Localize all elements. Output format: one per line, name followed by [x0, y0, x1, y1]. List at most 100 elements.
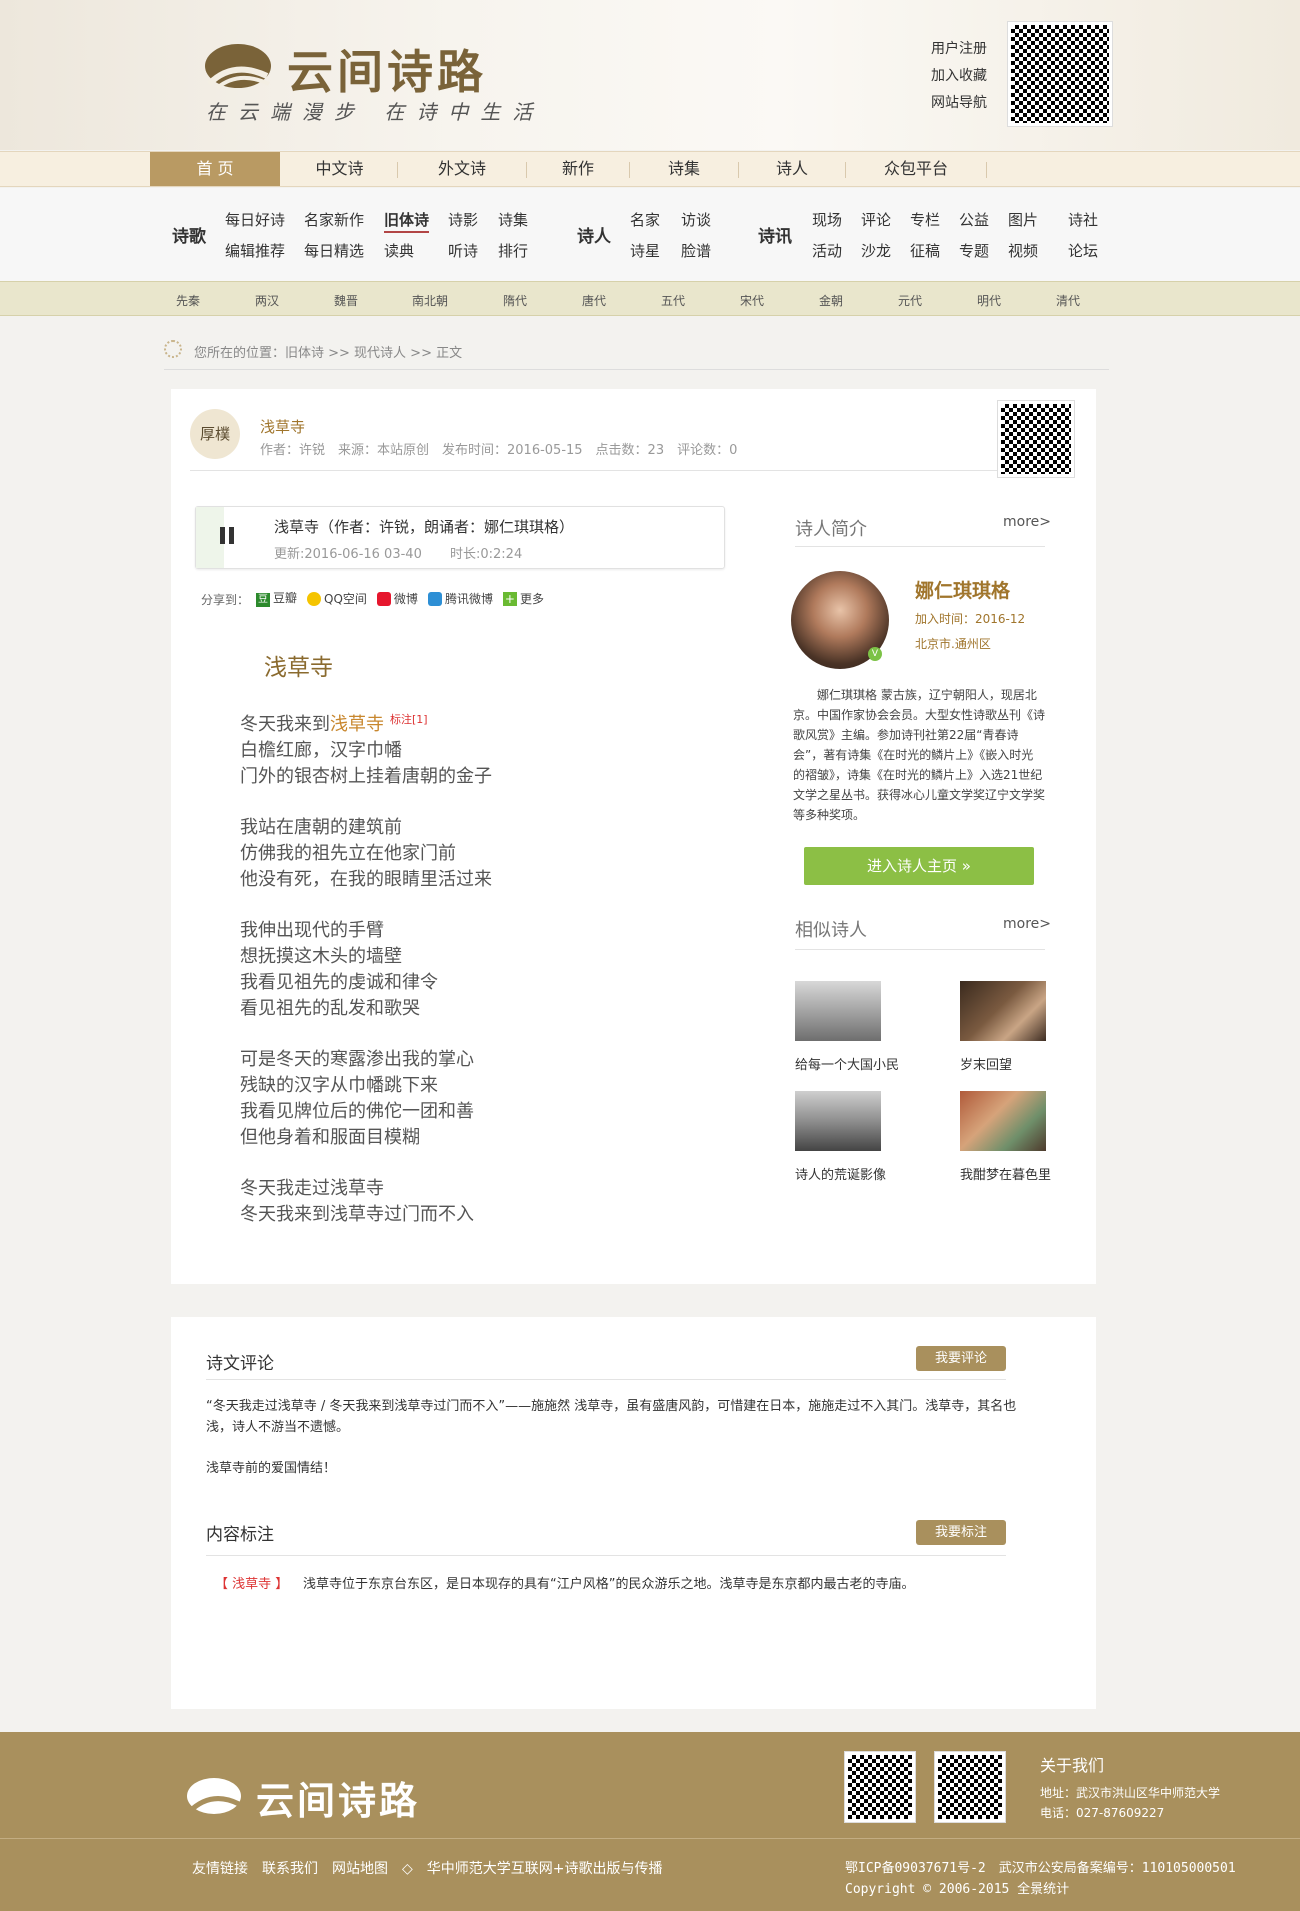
similar-poet-caption[interactable]: 诗人的荒诞影像	[795, 1164, 886, 1183]
subnav-link[interactable]: 名家新作	[304, 209, 364, 230]
verified-icon: V	[868, 647, 882, 661]
subnav-link[interactable]: 每日好诗	[225, 209, 285, 230]
audio-title: 浅草寺（作者：许锐，朗诵者：娜仁琪琪格）	[274, 518, 575, 536]
dynasty-link[interactable]: 元代	[898, 292, 922, 309]
tab-crowdsource[interactable]: 众包平台	[846, 152, 986, 186]
about-heading[interactable]: 关于我们	[1040, 1752, 1104, 1776]
similar-poets-more-link[interactable]: more>	[1003, 916, 1051, 932]
similar-poet-caption[interactable]: 给每一个大国小民	[795, 1054, 899, 1073]
subnav-link[interactable]: 诗集	[498, 209, 528, 230]
tencent-weibo-icon	[427, 592, 442, 606]
dynasty-link[interactable]: 两汉	[255, 292, 279, 309]
share-more[interactable]: + 更多	[502, 590, 544, 607]
share-qzone[interactable]: QQ空间	[307, 590, 367, 607]
subnav-link[interactable]: 排行	[498, 240, 528, 261]
audio-updated: 更新:2016-06-16 03-40	[274, 547, 422, 562]
poet-intro-more-link[interactable]: more>	[1003, 514, 1051, 530]
annotation-term[interactable]: 【 浅草寺 】	[215, 1573, 288, 1592]
similar-poet-thumb[interactable]	[960, 981, 1046, 1041]
subnav-link[interactable]: 活动	[812, 240, 842, 261]
header-qr-code	[1007, 21, 1113, 127]
subnav-link[interactable]: 每日精选	[304, 240, 364, 261]
subnav-category-poetry[interactable]: 诗歌	[172, 222, 206, 247]
add-favorite-link[interactable]: 加入收藏	[931, 65, 987, 85]
subnav-link[interactable]: 听诗	[448, 240, 478, 261]
subnav-link[interactable]: 脸谱	[681, 240, 711, 261]
dynasty-link[interactable]: 魏晋	[334, 292, 358, 309]
dynasty-link[interactable]: 南北朝	[412, 292, 448, 309]
enter-poet-page-button[interactable]: 进入诗人主页 »	[804, 847, 1034, 885]
poem-highlight-term[interactable]: 浅草寺	[330, 714, 384, 735]
subnav-link[interactable]: 读典	[384, 240, 414, 261]
share-tencent-weibo[interactable]: 腾讯微博	[427, 590, 493, 607]
footer-icp[interactable]: 鄂ICP备09037671号-2 武汉市公安局备案编号：110105000501	[845, 1857, 1236, 1876]
similar-poets-heading: 相似诗人	[795, 920, 867, 941]
tab-new-works[interactable]: 新作	[527, 152, 629, 186]
subnav-link[interactable]: 专栏	[910, 209, 940, 230]
subnav-link[interactable]: 诗社	[1068, 209, 1098, 230]
dynasty-link[interactable]: 隋代	[503, 292, 527, 309]
footer-cloud-logo-icon	[187, 1778, 241, 1814]
share-label: 分享到：	[201, 593, 250, 607]
footer-links[interactable]: 友情链接 联系我们 网站地图 ◇ 华中师范大学互联网+诗歌出版与传播	[192, 1858, 663, 1878]
dynasty-link[interactable]: 清代	[1056, 292, 1080, 309]
share-douban[interactable]: 豆豆瓣	[256, 589, 297, 607]
site-logo-text[interactable]: 云间诗路	[287, 36, 487, 102]
footer-qr-code	[844, 1751, 916, 1823]
similar-poet-thumb[interactable]	[960, 1091, 1046, 1151]
similar-poet-caption[interactable]: 我酣梦在暮色里	[960, 1164, 1051, 1183]
subnav-link[interactable]: 公益	[959, 209, 989, 230]
register-link[interactable]: 用户注册	[931, 38, 987, 58]
add-annotation-button[interactable]: 我要标注	[916, 1520, 1006, 1545]
annotation-mark[interactable]: 标注[1]	[390, 713, 428, 726]
footer-logo-text[interactable]: 云间诗路	[256, 1770, 420, 1825]
dynasty-bar: 先秦 两汉 魏晋 南北朝 隋代 唐代 五代 宋代 金朝 元代 明代 清代	[0, 281, 1300, 316]
poet-name[interactable]: 娜仁琪琪格	[915, 576, 1010, 603]
dynasty-link[interactable]: 宋代	[740, 292, 764, 309]
similar-poet-caption[interactable]: 岁末回望	[960, 1054, 1012, 1073]
poem-line: 我伸出现代的手臂	[240, 920, 384, 941]
annotation-text: 浅草寺位于东京台东区，是日本现存的具有“江户风格”的民众游乐之地。浅草寺是东京都…	[303, 1577, 915, 1592]
subnav-link[interactable]: 专题	[959, 240, 989, 261]
similar-poet-thumb[interactable]	[795, 1091, 881, 1151]
tab-poets[interactable]: 诗人	[739, 152, 845, 186]
comments-heading: 诗文评论	[206, 1354, 274, 1374]
subnav-category-poets[interactable]: 诗人	[577, 222, 611, 247]
subnav-link[interactable]: 编辑推荐	[225, 240, 285, 261]
dynasty-link[interactable]: 金朝	[819, 292, 843, 309]
dynasty-link[interactable]: 五代	[661, 292, 685, 309]
subnav-link[interactable]: 论坛	[1068, 240, 1098, 261]
subnav-category-news[interactable]: 诗讯	[758, 222, 792, 247]
share-weibo[interactable]: 微博	[376, 590, 418, 607]
dynasty-link[interactable]: 先秦	[176, 292, 200, 309]
share-bar: 豆豆瓣 QQ空间 微博 腾讯微博 + 更多	[256, 589, 544, 607]
tab-home[interactable]: 首 页	[150, 152, 280, 186]
subnav-link[interactable]: 评论	[861, 209, 891, 230]
poem-title: 浅草寺	[264, 655, 333, 681]
dynasty-link[interactable]: 明代	[977, 292, 1001, 309]
comment-item: “冬天我走过浅草寺 / 冬天我来到浅草寺过门而不入”——施施然 浅草寺，虽有盛唐…	[206, 1399, 1017, 1435]
breadcrumb-text[interactable]: 您所在的位置：旧体诗 >> 现代诗人 >> 正文	[194, 342, 462, 361]
similar-poet-thumb[interactable]	[795, 981, 881, 1041]
subnav-link[interactable]: 图片	[1008, 209, 1038, 230]
subnav-link[interactable]: 诗星	[630, 240, 660, 261]
subnav-link[interactable]: 诗影	[448, 209, 478, 230]
site-nav-link[interactable]: 网站导航	[931, 92, 987, 112]
pause-icon[interactable]	[220, 527, 236, 544]
subnav-link[interactable]: 现场	[812, 209, 842, 230]
subnav-link[interactable]: 征稿	[910, 240, 940, 261]
poem-line: 仿佛我的祖先立在他家门前	[240, 843, 456, 864]
tab-collections[interactable]: 诗集	[630, 152, 738, 186]
subnav-link[interactable]: 沙龙	[861, 240, 891, 261]
tab-chinese-poetry[interactable]: 中文诗	[282, 152, 397, 186]
subnav-link[interactable]: 名家	[630, 209, 660, 230]
subnav-link-active[interactable]: 旧体诗	[384, 209, 430, 233]
dynasty-link[interactable]: 唐代	[582, 292, 606, 309]
footer-copyright: Copyright © 2006-2015 全景统计	[845, 1882, 1070, 1897]
subnav-link[interactable]: 访谈	[681, 209, 711, 230]
tab-foreign-poetry[interactable]: 外文诗	[398, 152, 526, 186]
add-comment-button[interactable]: 我要评论	[916, 1346, 1006, 1371]
author-avatar[interactable]: 厚樸	[190, 409, 240, 459]
subnav-link[interactable]: 视频	[1008, 240, 1038, 261]
poem-line: 冬天我来到浅草寺 标注[1]	[240, 713, 428, 735]
